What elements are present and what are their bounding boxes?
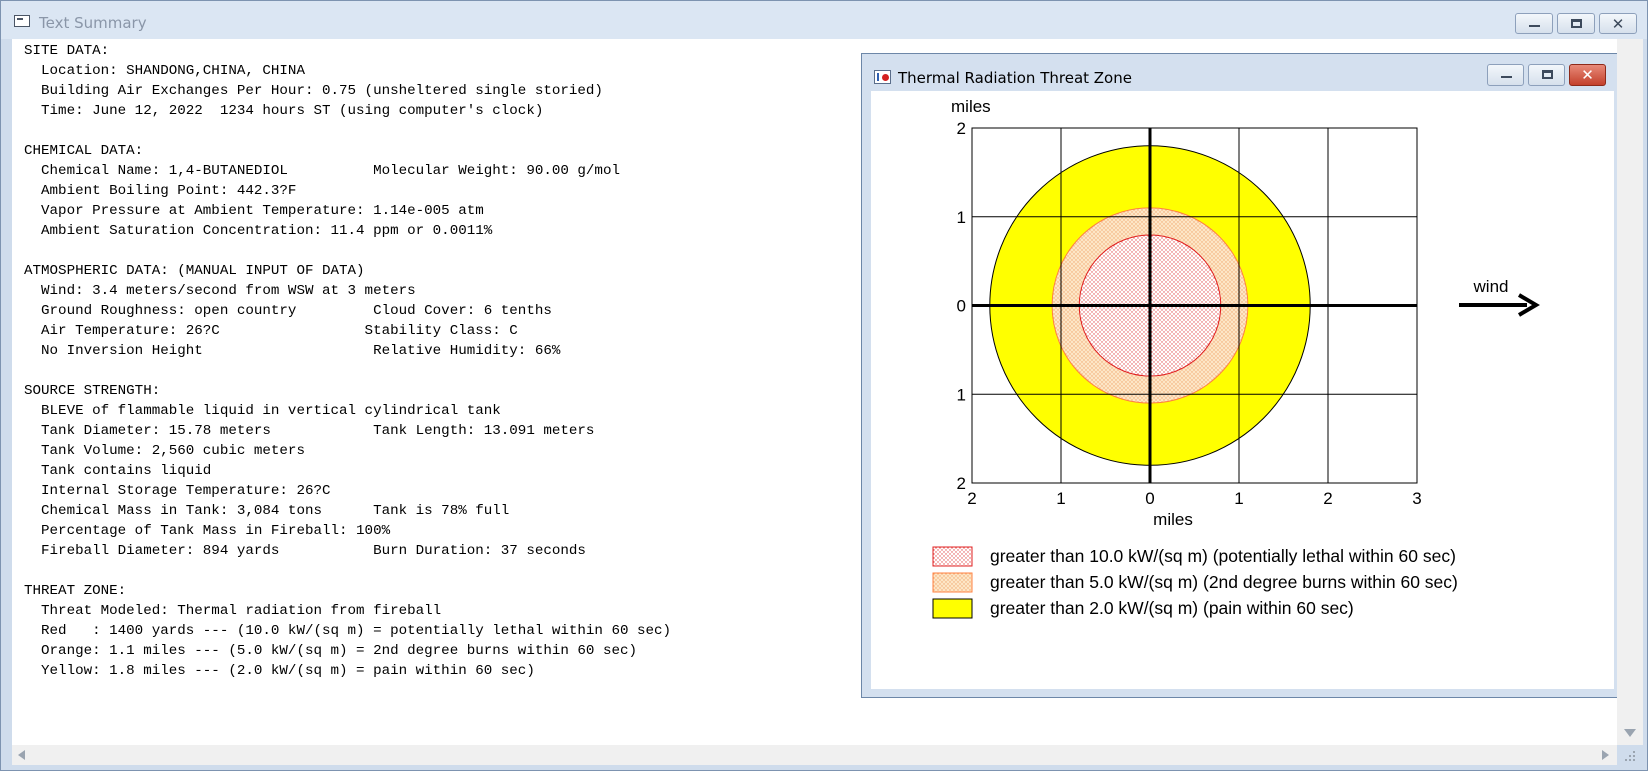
summary-line: SITE DATA: <box>24 43 110 59</box>
resize-grip-icon[interactable] <box>1621 747 1639 765</box>
threat-zone-plot-area: 2 1 0 1 2 3 2 1 0 1 2 miles miles wind greater than 10… <box>871 91 1614 689</box>
x-tick-label: 2 <box>1323 489 1332 508</box>
vertical-scrollbar[interactable] <box>1617 39 1643 745</box>
summary-line: Ground Roughness: open country Cloud Cov… <box>24 303 552 319</box>
summary-line: Ambient Boiling Point: 442.3?F <box>24 183 297 199</box>
threat-zone-chart: 2 1 0 1 2 3 2 1 0 1 2 miles miles wind greater than 10… <box>932 97 1540 619</box>
y-axis-label: miles <box>951 97 991 116</box>
close-button[interactable]: ✕ <box>1599 13 1637 34</box>
summary-line: Time: June 12, 2022 1234 hours ST (using… <box>24 103 544 119</box>
scroll-right-arrow-icon[interactable] <box>1602 750 1609 760</box>
y-tick-label: 1 <box>957 385 966 404</box>
minimize-icon <box>1529 25 1540 27</box>
minimize-button[interactable] <box>1515 13 1553 34</box>
summary-line: Air Temperature: 26?C Stability Class: C <box>24 323 518 339</box>
legend-label-orange: greater than 5.0 kW/(sq m) (2nd degree b… <box>990 572 1458 592</box>
window-title: Text Summary <box>39 14 147 32</box>
legend-swatch-yellow <box>932 598 973 619</box>
summary-content-area[interactable]: SITE DATA: Location: SHANDONG,CHINA, CHI… <box>12 39 1624 745</box>
summary-line: Chemical Mass in Tank: 3,084 tons Tank i… <box>24 503 510 519</box>
close-icon: ✕ <box>1581 66 1594 84</box>
legend-swatch-orange <box>932 572 973 593</box>
summary-line: Yellow: 1.8 miles --- (2.0 kW/(sq m) = p… <box>24 663 535 679</box>
close-icon: ✕ <box>1611 15 1625 33</box>
y-tick-label: 1 <box>957 208 966 227</box>
y-tick-label: 2 <box>957 119 966 138</box>
summary-line: SOURCE STRENGTH: <box>24 383 161 399</box>
summary-line: Percentage of Tank Mass in Fireball: 100… <box>24 523 391 539</box>
x-tick-label: 1 <box>1234 489 1243 508</box>
summary-line: Vapor Pressure at Ambient Temperature: 1… <box>24 203 484 219</box>
maximize-icon <box>1542 70 1553 79</box>
legend-swatch-red <box>932 546 973 567</box>
scroll-down-arrow-icon[interactable] <box>1624 729 1636 737</box>
summary-line: Ambient Saturation Concentration: 11.4 p… <box>24 223 493 239</box>
summary-line: Location: SHANDONG,CHINA, CHINA <box>24 63 305 79</box>
x-tick-label: 2 <box>967 489 976 508</box>
wind-label: wind <box>1473 277 1509 296</box>
horizontal-scrollbar[interactable] <box>12 745 1617 765</box>
y-tick-label: 2 <box>957 474 966 493</box>
threat-zone-title: Thermal Radiation Threat Zone <box>898 69 1132 87</box>
summary-line: Threat Modeled: Thermal radiation from f… <box>24 603 442 619</box>
x-tick-label: 3 <box>1412 489 1421 508</box>
summary-text: SITE DATA: Location: SHANDONG,CHINA, CHI… <box>24 41 671 681</box>
summary-line: Fireball Diameter: 894 yards Burn Durati… <box>24 543 586 559</box>
summary-line: Tank contains liquid <box>24 463 212 479</box>
summary-line: Tank Diameter: 15.78 meters Tank Length:… <box>24 423 595 439</box>
summary-line: BLEVE of flammable liquid in vertical cy… <box>24 403 501 419</box>
summary-line: Tank Volume: 2,560 cubic meters <box>24 443 305 459</box>
x-tick-label: 0 <box>1145 489 1154 508</box>
summary-line: Wind: 3.4 meters/second from WSW at 3 me… <box>24 283 416 299</box>
summary-line: ATMOSPHERIC DATA: (MANUAL INPUT OF DATA) <box>24 263 365 279</box>
x-tick-label: 1 <box>1056 489 1065 508</box>
threat-zone-window-icon[interactable] <box>874 70 891 84</box>
scroll-left-arrow-icon[interactable] <box>18 750 25 760</box>
summary-line: CHEMICAL DATA: <box>24 143 144 159</box>
minimize-icon <box>1501 76 1512 78</box>
threat-zone-title-bar[interactable]: Thermal Radiation Threat Zone ✕ <box>862 54 1623 91</box>
app-window-icon[interactable] <box>14 15 30 27</box>
summary-line: Red : 1400 yards --- (10.0 kW/(sq m) = p… <box>24 623 672 639</box>
summary-line: Chemical Name: 1,4-BUTANEDIOL Molecular … <box>24 163 620 179</box>
x-axis-label: miles <box>1153 510 1193 529</box>
threat-zone-window[interactable]: Thermal Radiation Threat Zone ✕ 2 1 0 1 2 3 2 1… <box>861 53 1624 698</box>
threat-minimize-button[interactable] <box>1487 64 1524 86</box>
legend-label-red: greater than 10.0 kW/(sq m) (potentially… <box>990 546 1456 566</box>
summary-line: No Inversion Height Relative Humidity: 6… <box>24 343 561 359</box>
summary-line: Orange: 1.1 miles --- (5.0 kW/(sq m) = 2… <box>24 643 637 659</box>
threat-maximize-button[interactable] <box>1528 64 1565 86</box>
y-tick-label: 0 <box>957 297 966 316</box>
summary-line: Building Air Exchanges Per Hour: 0.75 (u… <box>24 83 603 99</box>
summary-line: Internal Storage Temperature: 26?C <box>24 483 331 499</box>
text-summary-window: Text Summary ✕ SITE DATA: Location: SHAN… <box>0 0 1648 771</box>
legend-label-yellow: greater than 2.0 kW/(sq m) (pain within … <box>990 598 1354 618</box>
summary-line: THREAT ZONE: <box>24 583 127 599</box>
main-title-bar[interactable]: Text Summary ✕ <box>1 1 1647 39</box>
maximize-button[interactable] <box>1557 13 1595 34</box>
maximize-icon <box>1571 19 1582 28</box>
threat-close-button[interactable]: ✕ <box>1569 64 1606 86</box>
